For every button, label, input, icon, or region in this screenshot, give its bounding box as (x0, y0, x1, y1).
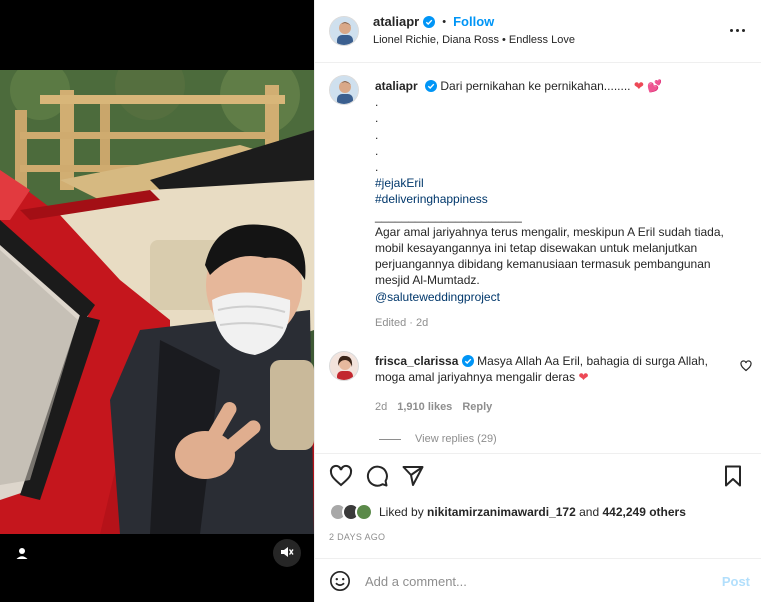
post-media[interactable] (0, 0, 314, 602)
speaker-muted-icon (280, 545, 294, 562)
caption-author-avatar[interactable] (329, 75, 359, 105)
mention-link[interactable]: @saluteweddingproject (375, 289, 745, 305)
post-photo (0, 70, 314, 534)
smiley-icon[interactable] (329, 570, 351, 592)
reply-button[interactable]: Reply (462, 401, 492, 413)
caption-dot: . (375, 143, 379, 158)
caption-dot: . (375, 95, 379, 110)
separator-dot: • (442, 15, 447, 28)
user-tag-icon[interactable] (13, 545, 31, 563)
avatar (355, 503, 373, 521)
caption-dot: . (375, 111, 379, 126)
comment-input[interactable] (365, 571, 705, 591)
comment-text-block: frisca_clarissa Masya Allah Aa Eril, bah… (375, 353, 720, 385)
verified-badge-icon (423, 15, 436, 28)
more-options-button[interactable] (726, 20, 748, 40)
comment-likes[interactable]: 1,910 likes (397, 401, 452, 413)
caption: ataliapr Dari pernikahan ke pernikahan..… (315, 64, 761, 334)
like-comment-heart-icon[interactable] (740, 360, 752, 372)
post-comment-button[interactable]: Post (722, 574, 750, 589)
liked-prefix: Liked by (379, 505, 424, 519)
comment-age: 2d (375, 401, 388, 413)
caption-divider: ______________________ (375, 208, 522, 223)
replies-line (379, 438, 401, 440)
caption-dot: . (375, 127, 379, 142)
more-horizontal-icon (729, 28, 733, 32)
view-replies-button[interactable]: View replies (29) (379, 433, 497, 445)
commenter-avatar[interactable] (329, 351, 359, 381)
caption-author[interactable]: ataliapr (375, 79, 418, 93)
follow-button[interactable]: Follow (453, 14, 494, 29)
caption-body: Agar amal jariyahnya terus mengalir, mes… (375, 224, 724, 288)
paper-plane-icon[interactable] (401, 464, 425, 488)
music-label[interactable]: Lionel Richie, Diana Ross • Endless Love (373, 34, 575, 46)
red-heart-emoji-icon: ❤ (633, 79, 644, 93)
verified-badge-icon (425, 78, 438, 92)
author-avatar[interactable] (329, 16, 359, 46)
red-heart-emoji-icon: ❤ (578, 370, 589, 385)
bookmark-icon[interactable] (721, 464, 745, 488)
comment-item: frisca_clarissa Masya Allah Aa Eril, bah… (315, 346, 761, 456)
edited-label: Edited · 2d (375, 316, 429, 329)
commenter-username[interactable]: frisca_clarissa (375, 354, 458, 368)
post-details-panel: ataliapr • Follow Lionel Richie, Diana R… (314, 0, 761, 602)
post-header: ataliapr • Follow Lionel Richie, Diana R… (315, 0, 761, 63)
heart-icon[interactable] (329, 464, 353, 488)
liked-user[interactable]: nikitamirzanimawardi_172 (427, 505, 576, 519)
post-date[interactable]: 2 DAYS AGO (329, 532, 385, 542)
comment-icon[interactable] (365, 464, 389, 488)
hashtag-link[interactable]: #jejakEril (375, 175, 745, 191)
liker-avatars[interactable] (329, 503, 373, 521)
view-replies-label: View replies (29) (415, 433, 497, 445)
action-bar (329, 464, 749, 490)
liked-and: and (579, 505, 600, 519)
caption-first-line: Dari pernikahan ke pernikahan........ (440, 79, 631, 93)
caption-text: ataliapr Dari pernikahan ke pernikahan..… (375, 78, 745, 331)
liked-others[interactable]: 442,249 others (603, 505, 686, 519)
mute-button[interactable] (273, 539, 301, 567)
hashtag-link[interactable]: #deliveringhappiness (375, 191, 745, 207)
divider (315, 453, 761, 454)
two-hearts-emoji-icon: 💕 (647, 79, 663, 93)
author-username[interactable]: ataliapr (373, 14, 419, 29)
comment-meta: 2d 1,910 likes Reply (375, 401, 492, 413)
comment-composer: Post (315, 558, 761, 602)
liked-by: Liked by nikitamirzanimawardi_172 and 44… (329, 503, 686, 521)
caption-dot: . (375, 160, 379, 175)
verified-badge-icon (461, 353, 474, 367)
